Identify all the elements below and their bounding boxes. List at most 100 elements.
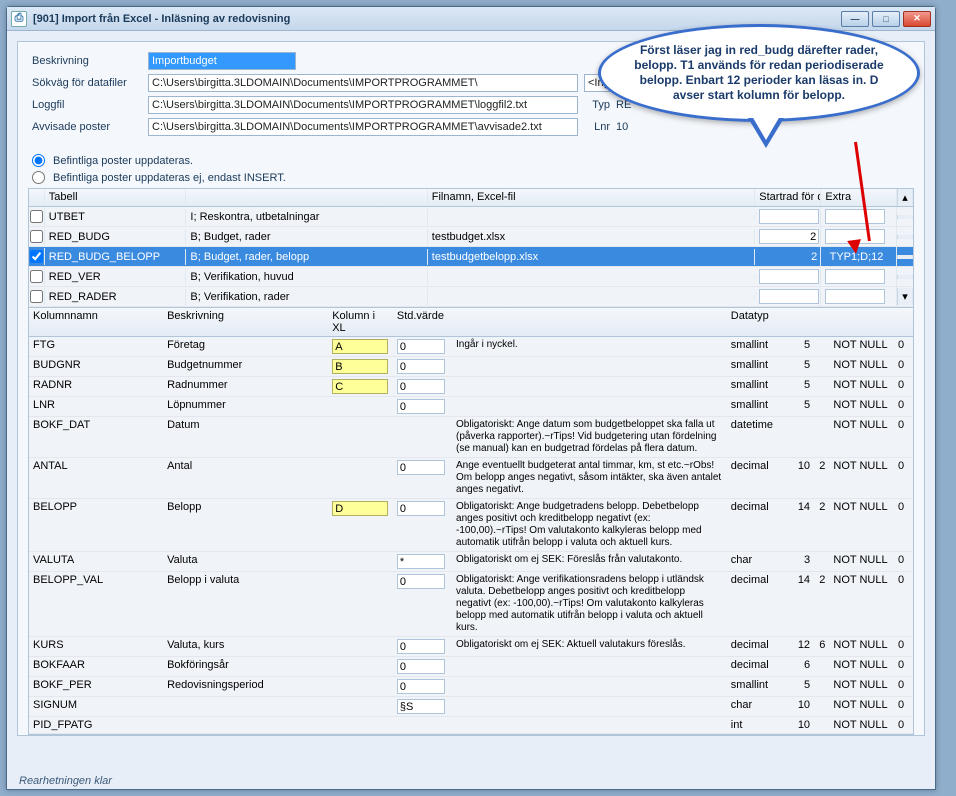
- col-len1: 10: [790, 458, 814, 498]
- row-start-input[interactable]: [759, 269, 819, 284]
- std-input[interactable]: [397, 679, 445, 694]
- col-note: [452, 357, 727, 376]
- row-start-input[interactable]: [759, 289, 819, 304]
- col-len1: 6: [790, 657, 814, 676]
- col-len1: 5: [790, 397, 814, 416]
- column-row[interactable]: BELOPP_VALBelopp i valutaObligatoriskt: …: [29, 572, 913, 637]
- scrollbar-track[interactable]: [897, 215, 913, 219]
- callout-bubble: Först läser jag in red_budg därefter rad…: [598, 24, 920, 148]
- col-desc: [163, 697, 328, 716]
- table-row[interactable]: RED_VERB; Verifikation, huvud: [29, 267, 913, 287]
- column-row[interactable]: VALUTAValutaObligatoriskt om ej SEK: För…: [29, 552, 913, 572]
- col-zero: 0: [894, 458, 913, 498]
- table-row[interactable]: UTBETI; Reskontra, utbetalningar: [29, 207, 913, 227]
- row-checkbox[interactable]: [30, 210, 43, 223]
- column-row[interactable]: KURSValuta, kursObligatoriskt om ej SEK:…: [29, 637, 913, 657]
- radio-insert-input[interactable]: [32, 171, 45, 184]
- col-note: Ingår i nyckel.: [452, 337, 727, 356]
- column-row[interactable]: LNRLöpnummersmallint5NOT NULL0: [29, 397, 913, 417]
- column-row[interactable]: BOKF_DATDatumObligatoriskt: Ange datum s…: [29, 417, 913, 458]
- col-zero: 0: [894, 397, 913, 416]
- std-input[interactable]: [397, 659, 445, 674]
- column-row[interactable]: PID_FPATGint10NOT NULL0: [29, 717, 913, 734]
- col-len2: [814, 657, 829, 676]
- loggfil-input[interactable]: [148, 96, 578, 114]
- col-desc: Datum: [163, 417, 328, 457]
- row-start-input[interactable]: [759, 249, 819, 264]
- avvisade-input[interactable]: [148, 118, 578, 136]
- std-input[interactable]: [397, 399, 445, 414]
- scrollbar-track[interactable]: [897, 235, 913, 239]
- column-row[interactable]: RADNRRadnummersmallint5NOT NULL0: [29, 377, 913, 397]
- column-row[interactable]: ANTALAntalAnge eventuellt budgeterat ant…: [29, 458, 913, 499]
- hdr-filnamn: Filnamn, Excel-fil: [428, 189, 756, 206]
- col-datatype: decimal: [727, 572, 790, 636]
- column-row[interactable]: BOKFAARBokföringsårdecimal6NOT NULL0: [29, 657, 913, 677]
- row-checkbox[interactable]: [30, 230, 43, 243]
- column-row[interactable]: FTGFöretagIngår i nyckel.smallint5NOT NU…: [29, 337, 913, 357]
- row-checkbox[interactable]: [30, 250, 43, 263]
- std-input[interactable]: [397, 379, 445, 394]
- radio-insert[interactable]: Befintliga poster uppdateras ej, endast …: [32, 171, 924, 184]
- scrollbar-track[interactable]: [897, 275, 913, 279]
- radio-insert-label: Befintliga poster uppdateras ej, endast …: [53, 172, 286, 184]
- column-row[interactable]: BOKF_PERRedovisningsperiodsmallint5NOT N…: [29, 677, 913, 697]
- table-row[interactable]: RED_RADERB; Verifikation, rader▾: [29, 287, 913, 307]
- chdr-kolumn: Kolumn i XL: [328, 308, 393, 336]
- col-len2: 2: [814, 458, 829, 498]
- col-name: VALUTA: [29, 552, 163, 571]
- std-input[interactable]: [397, 639, 445, 654]
- col-datatype: decimal: [727, 637, 790, 656]
- col-len1: 14: [790, 499, 814, 551]
- std-input[interactable]: [397, 574, 445, 589]
- table-row[interactable]: RED_BUDG_BELOPPB; Budget, rader, beloppt…: [29, 247, 913, 267]
- row-extra-input[interactable]: [825, 269, 885, 284]
- scrollbar-track[interactable]: ▾: [897, 288, 913, 305]
- col-desc: Antal: [163, 458, 328, 498]
- col-name: PID_FPATG: [29, 717, 163, 733]
- std-input[interactable]: [397, 359, 445, 374]
- row-table-desc: B; Budget, rader, belopp: [186, 249, 427, 265]
- row-checkbox[interactable]: [30, 270, 43, 283]
- xl-input[interactable]: [332, 379, 388, 394]
- xl-input[interactable]: [332, 359, 388, 374]
- col-name: BUDGNR: [29, 357, 163, 376]
- col-note: Obligatoriskt om ej SEK: Föreslås från v…: [452, 552, 727, 571]
- radio-update-input[interactable]: [32, 154, 45, 167]
- scrollbar-up-icon[interactable]: ▴: [897, 189, 913, 206]
- xl-input[interactable]: [332, 501, 388, 516]
- col-len2: [814, 677, 829, 696]
- table-row[interactable]: RED_BUDGB; Budget, radertestbudget.xlsx: [29, 227, 913, 247]
- row-start-input[interactable]: [759, 229, 819, 244]
- row-checkbox[interactable]: [30, 290, 43, 303]
- col-datatype: datetime: [727, 417, 790, 457]
- sokvag-input[interactable]: [148, 74, 578, 92]
- std-input[interactable]: [397, 699, 445, 714]
- col-datatype: smallint: [727, 377, 790, 396]
- col-len2: [814, 717, 829, 733]
- column-row[interactable]: BELOPPBeloppObligatoriskt: Ange budgetra…: [29, 499, 913, 552]
- row-extra-input[interactable]: [825, 289, 885, 304]
- hdr-tabell: Tabell: [45, 189, 187, 206]
- std-input[interactable]: [397, 554, 445, 569]
- window-title: [901] Import från Excel - Inläsning av r…: [33, 13, 841, 25]
- scrollbar-track[interactable]: [897, 255, 913, 259]
- row-start-input[interactable]: [759, 209, 819, 224]
- col-name: BELOPP: [29, 499, 163, 551]
- loggfil-label: Loggfil: [32, 99, 142, 111]
- std-input[interactable]: [397, 339, 445, 354]
- xl-input[interactable]: [332, 339, 388, 354]
- row-file: testbudgetbelopp.xlsx: [428, 249, 756, 265]
- beskrivning-input[interactable]: [148, 52, 296, 70]
- app-icon: ⎙: [11, 11, 27, 27]
- callout-text: Först läser jag in red_budg därefter rad…: [598, 24, 920, 122]
- std-input[interactable]: [397, 501, 445, 516]
- column-row[interactable]: BUDGNRBudgetnummersmallint5NOT NULL0: [29, 357, 913, 377]
- col-desc: Företag: [163, 337, 328, 356]
- col-zero: 0: [894, 697, 913, 716]
- radio-update[interactable]: Befintliga poster uppdateras.: [32, 154, 924, 167]
- std-input[interactable]: [397, 460, 445, 475]
- col-desc: [163, 717, 328, 733]
- column-row[interactable]: SIGNUMchar10NOT NULL0: [29, 697, 913, 717]
- row-file: [428, 295, 756, 299]
